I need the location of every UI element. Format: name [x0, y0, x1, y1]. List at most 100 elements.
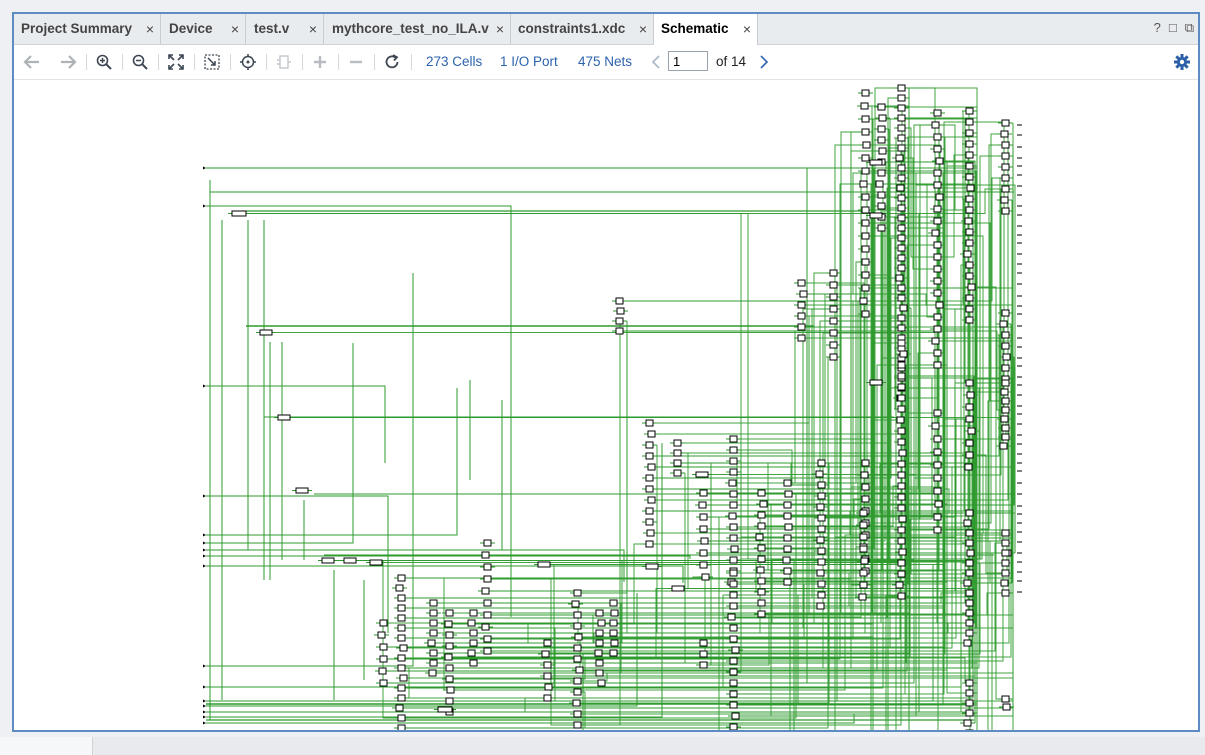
nets-link[interactable]: 475 Nets — [578, 53, 632, 71]
cell[interactable] — [897, 244, 906, 252]
cell[interactable] — [869, 212, 883, 219]
cell[interactable] — [379, 655, 388, 663]
cell[interactable] — [897, 339, 906, 347]
net-wire[interactable] — [206, 343, 354, 544]
cell[interactable] — [999, 320, 1008, 328]
cell[interactable] — [573, 611, 582, 619]
cell[interactable] — [895, 274, 904, 282]
cell[interactable] — [757, 555, 766, 563]
cell[interactable] — [861, 167, 870, 175]
cell[interactable] — [964, 217, 973, 225]
cell[interactable] — [397, 654, 406, 662]
net-wire[interactable] — [206, 167, 808, 683]
cell[interactable] — [483, 647, 492, 655]
cell[interactable] — [595, 659, 604, 667]
net-wire[interactable] — [206, 273, 414, 667]
cell[interactable] — [1000, 415, 1009, 423]
cell[interactable] — [429, 659, 438, 667]
cell[interactable] — [483, 539, 492, 547]
cell[interactable] — [729, 446, 738, 454]
cell[interactable] — [729, 657, 738, 665]
cell[interactable] — [965, 162, 974, 170]
cell[interactable] — [897, 284, 906, 292]
cell[interactable] — [437, 706, 453, 713]
cell[interactable] — [965, 140, 974, 148]
cell[interactable] — [369, 559, 383, 566]
previous-page-icon[interactable] — [646, 53, 666, 71]
cell[interactable] — [671, 585, 685, 592]
cell[interactable] — [483, 575, 492, 583]
cell[interactable] — [963, 579, 972, 587]
cell[interactable] — [481, 623, 490, 631]
cell[interactable] — [897, 361, 906, 369]
cell[interactable] — [898, 449, 907, 457]
cell[interactable] — [934, 500, 943, 508]
cell[interactable] — [615, 327, 624, 335]
cell[interactable] — [399, 644, 408, 652]
cell[interactable] — [964, 463, 973, 471]
cell[interactable] — [729, 569, 738, 577]
cell[interactable] — [816, 569, 825, 577]
cell[interactable] — [861, 271, 870, 279]
net-wire[interactable] — [206, 553, 772, 688]
cell[interactable] — [869, 379, 883, 386]
cell[interactable] — [645, 474, 654, 482]
cell[interactable] — [1001, 174, 1010, 182]
cell[interactable] — [897, 405, 906, 413]
cell[interactable] — [445, 675, 454, 683]
cell[interactable] — [897, 471, 906, 479]
cell[interactable] — [933, 409, 942, 417]
cell[interactable] — [869, 159, 883, 166]
cell[interactable] — [859, 581, 868, 589]
cell[interactable] — [897, 438, 906, 446]
cell[interactable] — [933, 448, 942, 456]
cell[interactable] — [673, 459, 682, 467]
cell[interactable] — [1000, 196, 1009, 204]
net-wire[interactable] — [206, 388, 458, 536]
cell[interactable] — [861, 258, 870, 266]
cell[interactable] — [861, 232, 870, 240]
cell[interactable] — [877, 202, 886, 210]
cell[interactable] — [481, 587, 490, 595]
cell[interactable] — [897, 104, 906, 112]
refresh-icon[interactable] — [382, 53, 402, 71]
cell[interactable] — [965, 107, 974, 115]
cell[interactable] — [1001, 364, 1010, 372]
cell[interactable] — [573, 644, 582, 652]
cell[interactable] — [609, 649, 618, 657]
cell[interactable] — [965, 379, 974, 387]
cell[interactable] — [1001, 529, 1010, 537]
cell[interactable] — [610, 609, 619, 617]
cell[interactable] — [757, 544, 766, 552]
cell[interactable] — [616, 307, 625, 315]
cell[interactable] — [647, 430, 656, 438]
cell[interactable] — [1001, 424, 1010, 432]
cell[interactable] — [897, 314, 906, 322]
cell[interactable] — [897, 504, 906, 512]
cell[interactable] — [933, 253, 942, 261]
cell[interactable] — [878, 147, 887, 155]
cell[interactable] — [647, 463, 656, 471]
cell[interactable] — [897, 324, 906, 332]
cell[interactable] — [895, 154, 904, 162]
cell[interactable] — [829, 305, 838, 313]
cell[interactable] — [379, 679, 388, 687]
cell[interactable] — [897, 372, 906, 380]
tab-schematic[interactable]: Schematic × — [654, 14, 758, 45]
cell[interactable] — [645, 563, 659, 570]
cell[interactable] — [859, 509, 868, 517]
cell[interactable] — [397, 574, 406, 582]
cell[interactable] — [597, 679, 606, 687]
cell[interactable] — [573, 688, 582, 696]
cell[interactable] — [963, 639, 972, 647]
cell[interactable] — [965, 699, 974, 707]
cell[interactable] — [861, 284, 870, 292]
cell[interactable] — [965, 151, 974, 159]
cell[interactable] — [933, 241, 942, 249]
cell[interactable] — [731, 646, 740, 654]
cell[interactable] — [699, 549, 708, 557]
cell[interactable] — [933, 169, 942, 177]
cell[interactable] — [965, 539, 974, 547]
cell[interactable] — [377, 631, 386, 639]
cell[interactable] — [395, 704, 404, 712]
